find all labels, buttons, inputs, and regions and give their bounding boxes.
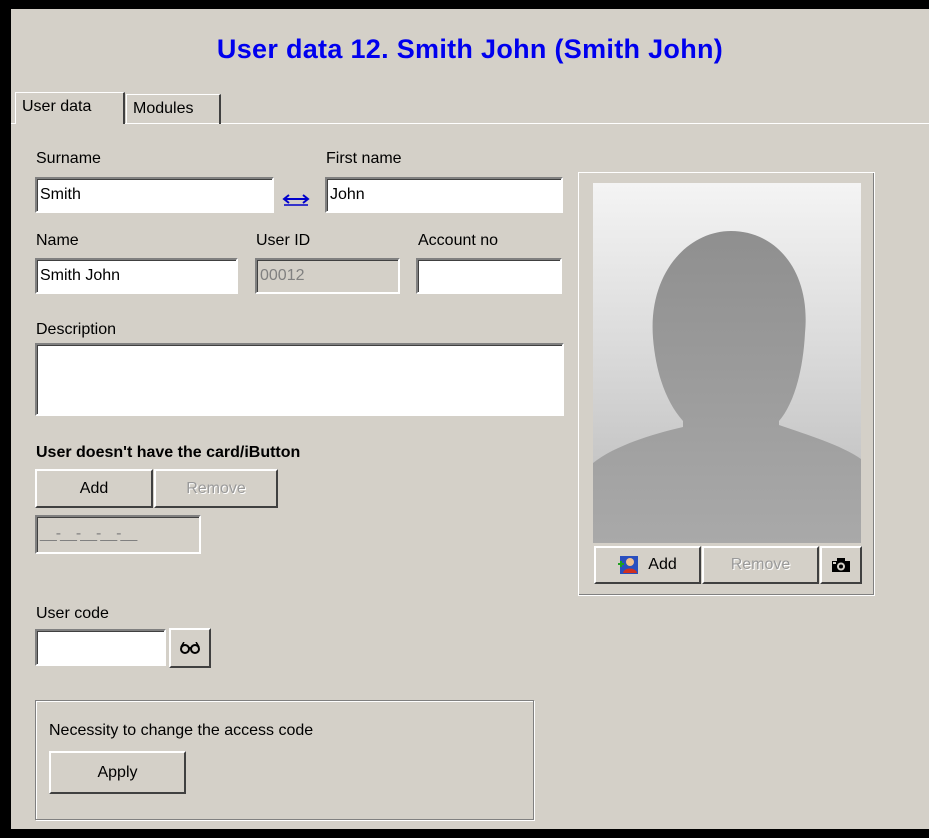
apply-button[interactable]: Apply [49, 751, 186, 794]
glasses-icon [180, 642, 200, 654]
name-field[interactable]: Smith John [35, 258, 238, 294]
account-no-label: Account no [418, 232, 499, 249]
window-title: User data 12. Smith John (Smith John) [216, 34, 724, 64]
camera-button[interactable] [820, 546, 862, 584]
first-name-field[interactable]: John [325, 177, 563, 213]
swap-names-button[interactable] [277, 190, 315, 210]
user-code-field[interactable] [35, 629, 166, 666]
access-code-group: Necessity to change the access code Appl… [35, 700, 534, 820]
first-name-label: First name [326, 150, 402, 167]
remove-card-button[interactable]: Remove [154, 469, 278, 508]
access-code-label: Necessity to change the access code [49, 722, 314, 739]
card-code-field: __-__-__-__-__ [35, 515, 201, 554]
person-add-icon [618, 556, 639, 574]
user-id-field: 00012 [255, 258, 400, 294]
description-field[interactable] [35, 343, 564, 416]
tab-user-data[interactable]: User data [15, 92, 125, 124]
show-code-button[interactable] [169, 628, 211, 668]
description-label: Description [36, 321, 117, 338]
user-photo [593, 183, 861, 543]
tab-modules[interactable]: Modules [126, 94, 221, 124]
photo-panel: Add Remove [578, 172, 875, 596]
surname-label: Surname [36, 150, 101, 167]
name-label: Name [36, 232, 79, 249]
add-card-button[interactable]: Add [35, 469, 153, 508]
card-status-text: User doesn't have the card/iButton [36, 444, 301, 461]
surname-field[interactable]: Smith [35, 177, 274, 213]
person-silhouette-icon [593, 231, 861, 543]
user-data-window: User data 12. Smith John (Smith John) Us… [11, 9, 929, 829]
add-photo-label: Add [648, 556, 677, 573]
user-id-label: User ID [256, 232, 311, 249]
user-code-label: User code [36, 605, 109, 622]
remove-photo-button[interactable]: Remove [702, 546, 819, 584]
add-photo-button[interactable]: Add [594, 546, 701, 584]
swap-arrows-icon [282, 194, 310, 206]
camera-icon [832, 558, 850, 572]
account-no-field[interactable] [416, 258, 562, 294]
